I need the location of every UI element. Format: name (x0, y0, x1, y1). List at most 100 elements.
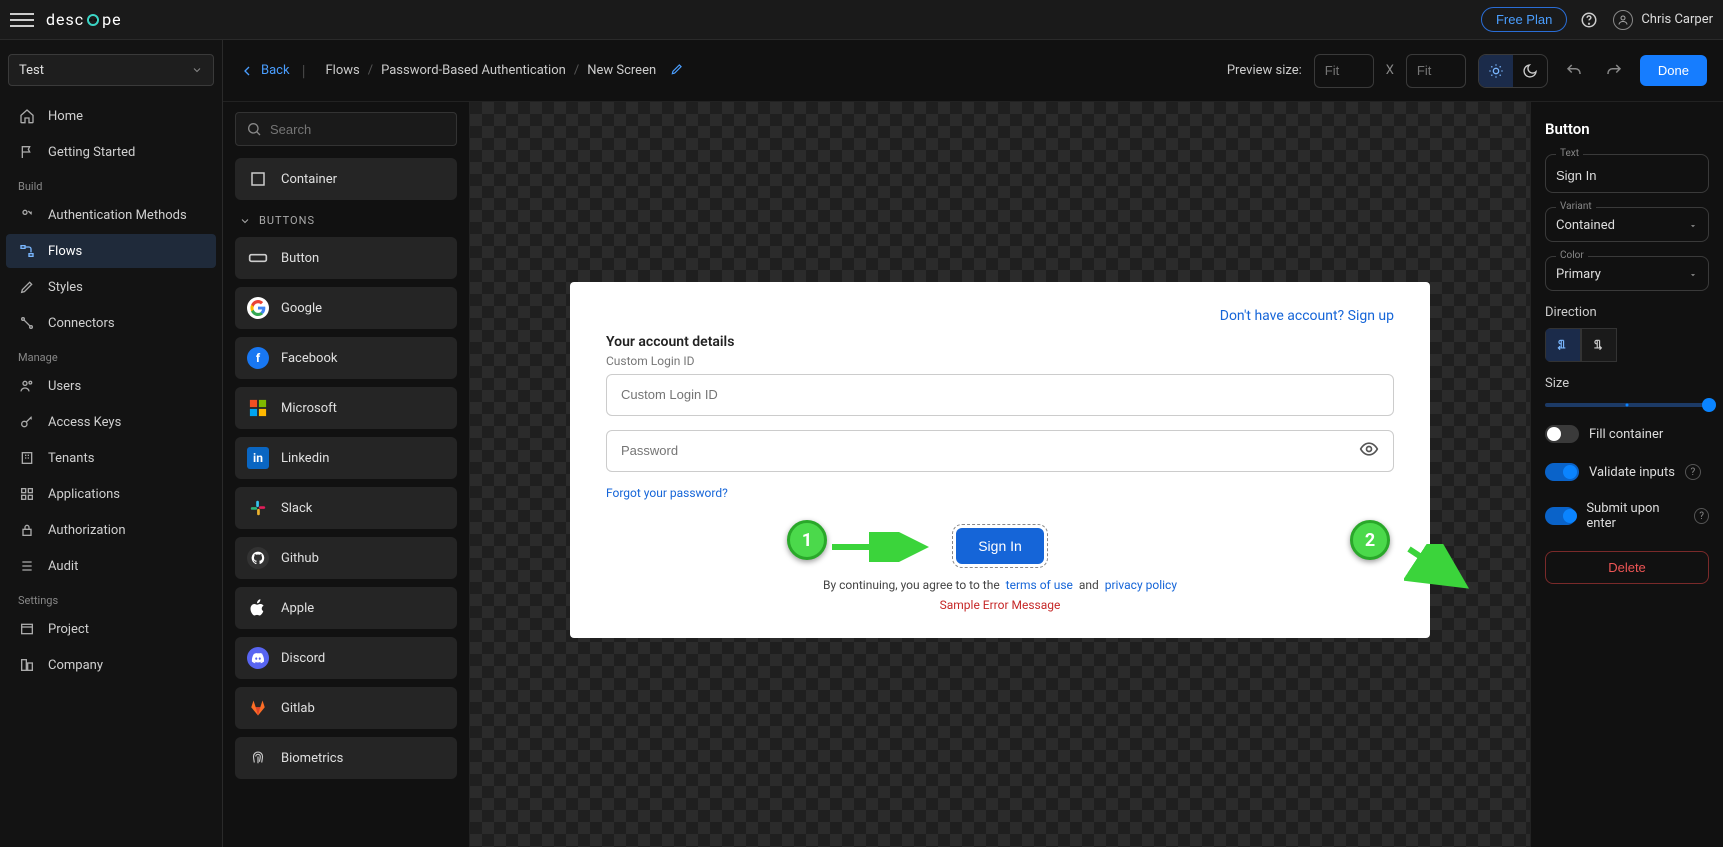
terms-link[interactable]: terms of use (1006, 578, 1073, 592)
signin-button[interactable]: Sign In (956, 528, 1044, 564)
palette-gitlab[interactable]: Gitlab (235, 687, 457, 729)
delete-button[interactable]: Delete (1545, 551, 1709, 584)
help-icon[interactable]: ? (1685, 464, 1701, 480)
environment-select[interactable]: Test (8, 54, 214, 86)
free-plan-button[interactable]: Free Plan (1481, 7, 1567, 32)
prop-variant[interactable]: Variant Contained (1545, 207, 1709, 242)
nav-flows[interactable]: Flows (6, 234, 216, 268)
password-input[interactable] (621, 443, 1379, 458)
back-label: Back (261, 63, 290, 78)
user-menu[interactable]: Chris Carper (1613, 10, 1713, 30)
screen-card[interactable]: Don't have account? Sign up Your account… (570, 282, 1430, 638)
nav-connectors[interactable]: Connectors (6, 306, 216, 340)
palette-group-buttons[interactable]: BUTTONS (235, 208, 457, 237)
nav-company[interactable]: Company (6, 648, 216, 682)
palette-search[interactable] (235, 112, 457, 146)
flows-icon (18, 242, 36, 260)
palette-facebook[interactable]: fFacebook (235, 337, 457, 379)
back-button[interactable]: Back (239, 63, 290, 79)
nav-users[interactable]: Users (6, 369, 216, 403)
avatar-icon (1613, 10, 1633, 30)
preview-height-input[interactable] (1406, 54, 1466, 88)
fill-container-label: Fill container (1589, 427, 1663, 442)
prop-variant-value: Contained (1556, 218, 1615, 233)
login-id-field[interactable] (606, 374, 1394, 416)
nav-tenants[interactable]: Tenants (6, 441, 216, 475)
palette-google[interactable]: Google (235, 287, 457, 329)
done-button[interactable]: Done (1640, 55, 1707, 86)
edit-icon[interactable] (670, 62, 684, 80)
menu-icon[interactable] (10, 8, 34, 32)
palette-group-label: BUTTONS (259, 214, 315, 227)
preview-width-input[interactable] (1314, 54, 1374, 88)
nav-access-keys[interactable]: Access Keys (6, 405, 216, 439)
crumb-flow-name[interactable]: Password-Based Authentication (381, 63, 566, 78)
palette-label: Apple (281, 601, 314, 616)
direction-rtl-button[interactable] (1581, 328, 1617, 362)
submit-enter-toggle[interactable] (1545, 507, 1576, 525)
palette-label: Biometrics (281, 751, 343, 766)
chevron-down-icon (191, 64, 203, 76)
nav-applications[interactable]: Applications (6, 477, 216, 511)
palette-apple[interactable]: Apple (235, 587, 457, 629)
prop-text-input[interactable] (1556, 168, 1698, 183)
palette-button[interactable]: Button (235, 237, 457, 279)
forgot-password-link[interactable]: Forgot your password? (606, 486, 1394, 500)
slack-icon (247, 497, 269, 519)
palette-linkedin[interactable]: inLinkedin (235, 437, 457, 479)
login-id-input[interactable] (621, 387, 1379, 402)
direction-ltr-button[interactable] (1545, 328, 1581, 362)
redo-button[interactable] (1600, 57, 1628, 85)
palette-biometrics[interactable]: Biometrics (235, 737, 457, 779)
nav-label: Project (48, 622, 89, 637)
undo-button[interactable] (1560, 57, 1588, 85)
help-icon[interactable] (1573, 4, 1605, 36)
password-field[interactable] (606, 430, 1394, 472)
signup-link[interactable]: Don't have account? Sign up (606, 308, 1394, 324)
crumb-screen[interactable]: New Screen (587, 63, 656, 78)
chevron-down-icon (1688, 270, 1698, 280)
nav-home[interactable]: Home (6, 99, 216, 133)
prop-color-value: Primary (1556, 267, 1601, 282)
palette-github[interactable]: Github (235, 537, 457, 579)
user-name: Chris Carper (1641, 12, 1713, 27)
validate-inputs-toggle[interactable] (1545, 463, 1579, 481)
dark-mode-button[interactable] (1513, 55, 1547, 87)
prop-text-label: Text (1556, 148, 1583, 159)
annotation-arrow-2 (1404, 544, 1474, 594)
search-icon (246, 121, 262, 137)
prop-color[interactable]: Color Primary (1545, 256, 1709, 291)
size-slider[interactable] (1545, 403, 1709, 407)
search-input[interactable] (270, 122, 446, 137)
privacy-link[interactable]: privacy policy (1105, 578, 1177, 592)
palette-microsoft[interactable]: Microsoft (235, 387, 457, 429)
palette-slack[interactable]: Slack (235, 487, 457, 529)
help-icon[interactable]: ? (1694, 508, 1709, 524)
key-icon (18, 413, 36, 431)
crumb-flows[interactable]: Flows (325, 63, 359, 78)
palette-container[interactable]: Container (235, 158, 457, 200)
project-icon (18, 620, 36, 638)
users-icon (18, 377, 36, 395)
account-heading: Your account details (606, 334, 1394, 350)
arrow-left-icon (239, 63, 255, 79)
nav-styles[interactable]: Styles (6, 270, 216, 304)
nav-getting-started[interactable]: Getting Started (6, 135, 216, 169)
light-mode-button[interactable] (1479, 55, 1513, 87)
nav-auth-methods[interactable]: Authentication Methods (6, 198, 216, 232)
fill-container-toggle[interactable] (1545, 425, 1579, 443)
nav-authorization[interactable]: Authorization (6, 513, 216, 547)
linkedin-icon: in (247, 447, 269, 469)
error-message: Sample Error Message (606, 598, 1394, 612)
nav-label: Home (48, 109, 83, 124)
company-icon (18, 656, 36, 674)
connectors-icon (18, 314, 36, 332)
palette-label: Gitlab (281, 701, 315, 716)
palette-discord[interactable]: Discord (235, 637, 457, 679)
eye-icon[interactable] (1359, 439, 1379, 463)
nav-audit[interactable]: Audit (6, 549, 216, 583)
prop-text[interactable]: Text (1545, 154, 1709, 193)
slider-thumb[interactable] (1702, 398, 1716, 412)
nav-project[interactable]: Project (6, 612, 216, 646)
microsoft-icon (247, 397, 269, 419)
